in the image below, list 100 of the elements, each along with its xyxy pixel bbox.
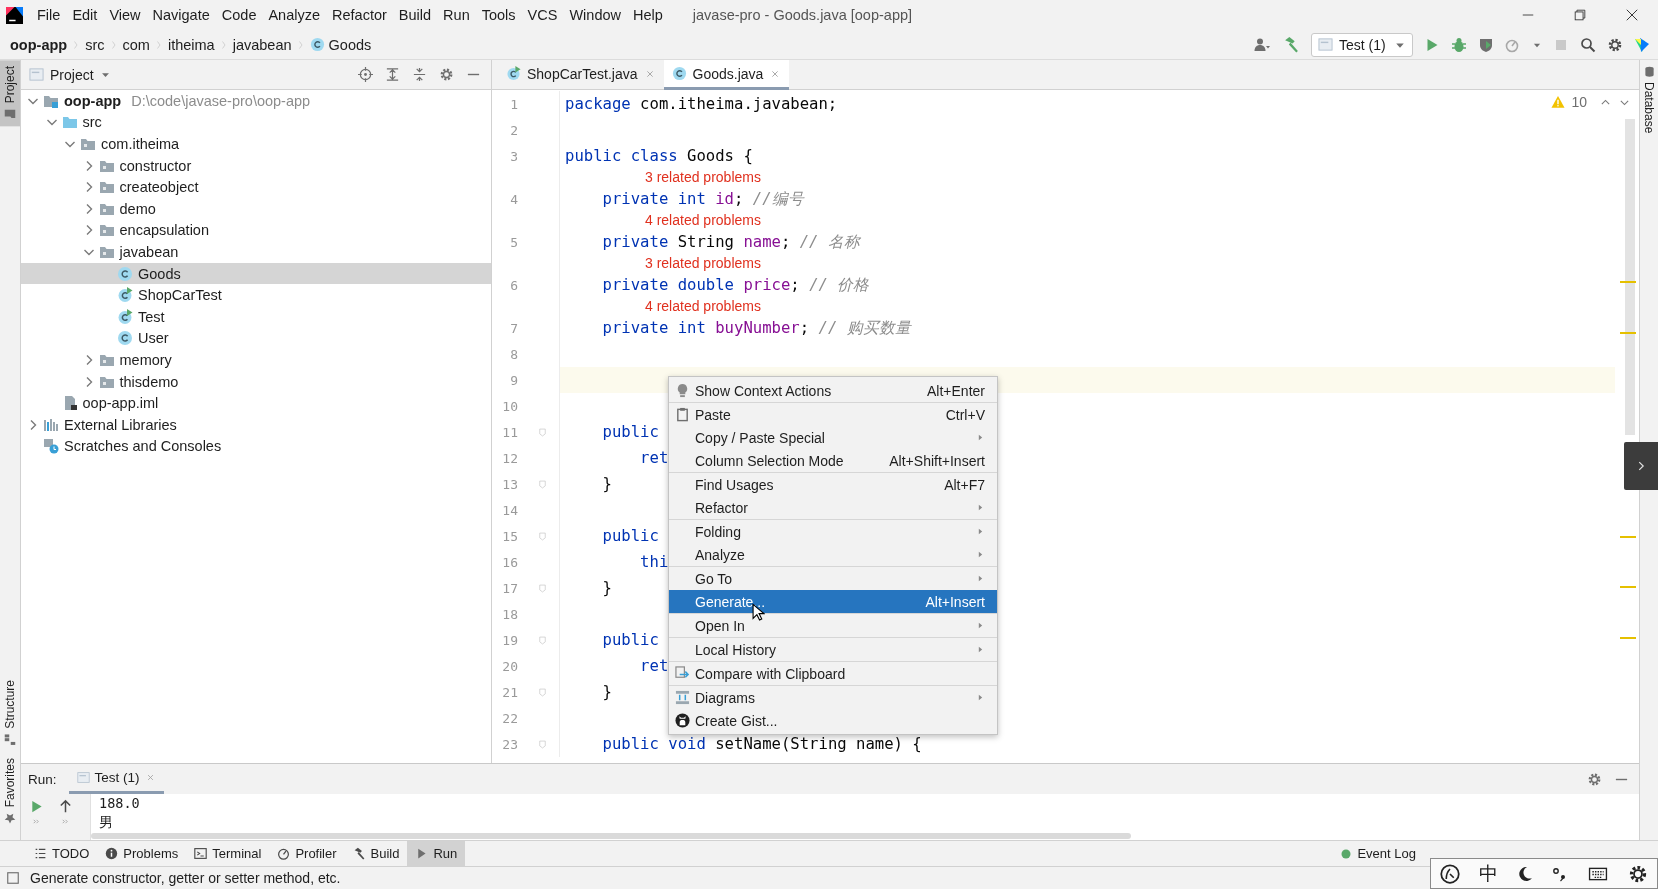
tree-item[interactable]: External Libraries [21, 413, 491, 436]
app-logo-icon [6, 6, 23, 24]
tool-window-button[interactable]: Build [344, 841, 408, 866]
more-icon[interactable] [61, 817, 70, 826]
menu-item[interactable]: File [31, 7, 67, 23]
menu-item[interactable]: Analyze [262, 7, 327, 23]
event-log-button[interactable]: Event Log [1332, 841, 1424, 866]
tree-item[interactable]: oop-app.iml [21, 392, 491, 414]
editor-tab[interactable]: ShopCarTest.java [498, 60, 664, 90]
menu-item[interactable]: Compare with Clipboard [669, 662, 997, 685]
fold-marker-icon[interactable] [537, 686, 548, 698]
menu-item[interactable]: Diagrams [669, 686, 997, 709]
settings-icon[interactable] [1627, 863, 1648, 884]
problems-hint[interactable]: 4 related problems [645, 212, 761, 229]
tool-window-button[interactable]: Problems [97, 841, 187, 866]
breadcrumb[interactable]: src [85, 36, 105, 53]
menu-item[interactable]: Paste Ctrl+V [669, 403, 997, 426]
problems-hint[interactable]: 3 related problems [645, 169, 761, 186]
menu-item[interactable]: Edit [66, 7, 104, 23]
problems-hint[interactable]: 3 related problems [645, 255, 761, 272]
collapse-all-icon[interactable] [412, 67, 427, 82]
tree-item[interactable]: User [21, 327, 491, 350]
fold-marker-icon[interactable] [537, 582, 548, 594]
run-icon[interactable] [29, 799, 44, 814]
editor-tab[interactable]: Goods.java [663, 60, 790, 90]
panel-toggle-icon[interactable] [6, 871, 20, 885]
menu-item[interactable]: Show Context Actions Alt+Enter [669, 379, 997, 402]
menu-item[interactable]: Folding [669, 520, 997, 543]
menu-item[interactable]: Find Usages Alt+F7 [669, 473, 997, 496]
tree-item[interactable]: encapsulation [21, 219, 491, 242]
tool-window-button[interactable]: TODO [26, 841, 98, 866]
menu-item[interactable]: Run [437, 7, 476, 23]
expand-all-icon[interactable] [385, 67, 400, 82]
tree-item[interactable]: com.itheima [21, 133, 491, 155]
menu-item[interactable]: Code [215, 7, 263, 23]
tree-item[interactable]: memory [21, 349, 491, 371]
warning-count[interactable]: 10 [1571, 94, 1587, 110]
fold-marker-icon[interactable] [537, 530, 548, 542]
menu-item[interactable]: Go To [669, 567, 997, 590]
breadcrumb[interactable]: oop-app [10, 36, 68, 53]
input-mode-button[interactable]: 中 [1479, 860, 1499, 887]
breadcrumb[interactable]: javabean [232, 36, 292, 53]
menu-item[interactable]: Local History [669, 638, 997, 661]
tool-window-tab[interactable]: Favorites [0, 751, 20, 830]
menu-item[interactable]: Open In [669, 614, 997, 637]
fold-marker-icon[interactable] [537, 478, 548, 490]
menu-item[interactable]: Navigate [146, 7, 216, 23]
settings-icon[interactable] [1607, 36, 1623, 53]
breadcrumb[interactable]: itheima [167, 36, 215, 53]
menu-item[interactable]: VCS [521, 7, 564, 23]
tool-window-button[interactable]: Terminal [186, 841, 270, 866]
tree-item[interactable]: ShopCarTest [21, 284, 491, 306]
gauge-icon[interactable] [1440, 863, 1461, 884]
tree-item[interactable]: constructor [21, 154, 491, 177]
tool-window-button[interactable]: Profiler [269, 841, 345, 866]
tree-item[interactable]: Test [21, 305, 491, 328]
tree-item[interactable]: src [21, 111, 491, 134]
breadcrumb[interactable]: com [122, 36, 150, 53]
tree-item[interactable]: oop-app D:\code\javase-pro\oop-app [21, 90, 491, 112]
tree-item[interactable]: createobject [21, 176, 491, 198]
search-icon[interactable] [1580, 36, 1596, 53]
locate-icon[interactable] [358, 67, 373, 82]
horizontal-scrollbar[interactable] [91, 833, 1131, 839]
tree-item[interactable]: Goods [21, 262, 491, 285]
punctuation-icon[interactable] [1551, 865, 1568, 882]
user-button[interactable] [1252, 36, 1272, 53]
menu-item[interactable]: Create Gist... [669, 709, 997, 732]
menu-item[interactable]: View [103, 7, 147, 23]
menu-item[interactable]: Column Selection Mode Alt+Shift+Insert [669, 449, 997, 472]
tool-window-tab[interactable]: Structure [0, 673, 20, 752]
moon-icon[interactable] [1517, 865, 1534, 882]
menu-item[interactable]: Copy / Paste Special [669, 426, 997, 449]
tree-item[interactable]: Scratches and Consoles [21, 435, 491, 458]
tool-window-tab[interactable]: Project [0, 60, 20, 127]
debug-icon[interactable] [1451, 36, 1467, 53]
fold-marker-icon[interactable] [537, 738, 548, 750]
menu-item[interactable]: Build [392, 7, 438, 23]
tool-window-tab[interactable]: Database [1640, 60, 1658, 140]
breadcrumb[interactable]: Goods [309, 36, 372, 53]
tree-item[interactable]: javabean [21, 241, 491, 263]
logo-icon[interactable] [1634, 36, 1650, 53]
shield-icon[interactable] [1478, 36, 1494, 53]
menu-item[interactable]: Generate... Alt+Insert [669, 590, 997, 613]
run-configuration-dropdown[interactable]: Test (1) [1311, 32, 1413, 57]
fold-marker-icon[interactable] [537, 634, 548, 646]
problems-hint[interactable]: 4 related problems [645, 298, 761, 315]
tree-item[interactable]: demo [21, 197, 491, 220]
menu-item[interactable]: Help [627, 7, 669, 23]
hammer-icon[interactable] [1283, 36, 1300, 53]
tool-window-button[interactable]: Run [407, 841, 466, 866]
menu-item[interactable]: Window [563, 7, 627, 23]
menu-item[interactable]: Refactor [669, 496, 997, 519]
menu-item[interactable]: Analyze [669, 543, 997, 566]
menu-item[interactable]: Tools [475, 7, 522, 23]
project-view-dropdown[interactable]: Project [29, 66, 111, 83]
tree-item[interactable]: thisdemo [21, 370, 491, 393]
menu-item[interactable]: Refactor [326, 7, 393, 23]
fold-marker-icon[interactable] [537, 426, 548, 438]
up-arrow-icon[interactable] [58, 799, 73, 814]
more-icon[interactable] [32, 817, 41, 826]
